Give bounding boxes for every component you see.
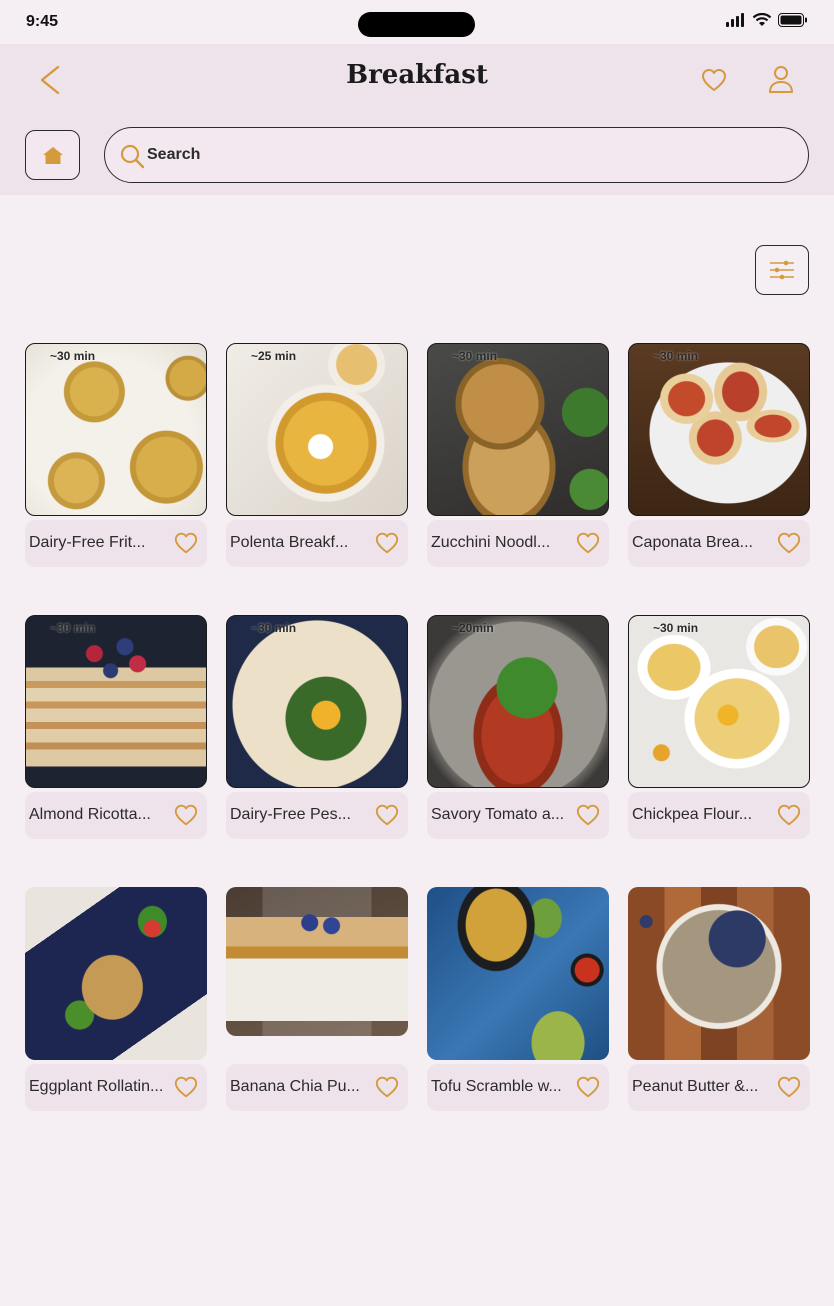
recipe-label-bar: Tofu Scramble w... bbox=[427, 1064, 609, 1111]
cook-time-badge: ~30 min bbox=[251, 621, 297, 635]
favorite-heart-icon[interactable] bbox=[776, 1074, 802, 1100]
recipe-photo[interactable]: ~30 min bbox=[628, 343, 810, 516]
favorites-heart-icon[interactable] bbox=[700, 66, 728, 94]
cook-time-badge: ~30 min bbox=[653, 349, 699, 363]
recipe-photo[interactable]: ~20min bbox=[427, 615, 609, 788]
status-bar: 9:45 bbox=[0, 0, 834, 44]
recipe-label-bar: Banana Chia Pu... bbox=[226, 1064, 408, 1111]
recipe-label-bar: Dairy-Free Pes... bbox=[226, 792, 408, 839]
favorite-heart-icon[interactable] bbox=[575, 802, 601, 828]
recipe-name[interactable]: Chickpea Flour... bbox=[632, 806, 770, 824]
search-bar[interactable] bbox=[104, 127, 809, 183]
recipe-card[interactable]: Banana Chia Pu... bbox=[226, 887, 408, 1111]
recipe-label-bar: Polenta Breakf... bbox=[226, 520, 408, 567]
cook-time-badge: ~30 min bbox=[50, 621, 96, 635]
recipe-card[interactable]: Eggplant Rollatin... bbox=[25, 887, 207, 1111]
recipe-card[interactable]: ~20min Savory Tomato a... bbox=[427, 615, 609, 839]
cook-time-badge: ~30 min bbox=[452, 349, 498, 363]
favorite-heart-icon[interactable] bbox=[173, 530, 199, 556]
recipe-card[interactable]: ~30 min Chickpea Flour... bbox=[628, 615, 810, 839]
status-time: 9:45 bbox=[26, 13, 59, 30]
status-icons bbox=[726, 13, 808, 27]
recipe-name[interactable]: Tofu Scramble w... bbox=[431, 1078, 569, 1096]
home-icon bbox=[42, 147, 63, 164]
favorite-heart-icon[interactable] bbox=[776, 530, 802, 556]
filter-button[interactable] bbox=[755, 245, 809, 295]
camera-notch bbox=[358, 12, 475, 37]
recipe-label-bar: Peanut Butter &... bbox=[628, 1064, 810, 1111]
recipe-photo[interactable] bbox=[427, 887, 609, 1060]
search-input[interactable] bbox=[147, 136, 787, 174]
signal-icon bbox=[726, 13, 744, 27]
recipe-name[interactable]: Zucchini Noodl... bbox=[431, 534, 569, 552]
recipe-photo[interactable] bbox=[25, 887, 207, 1060]
recipe-name[interactable]: Almond Ricotta... bbox=[29, 806, 167, 824]
recipe-card[interactable]: ~30 min Dairy-Free Pes... bbox=[226, 615, 408, 839]
recipe-name[interactable]: Caponata Brea... bbox=[632, 534, 770, 552]
recipe-photo[interactable]: ~30 min bbox=[25, 343, 207, 516]
recipe-photo[interactable] bbox=[628, 887, 810, 1060]
recipe-card[interactable]: ~30 min Dairy-Free Frit... bbox=[25, 343, 207, 567]
favorite-heart-icon[interactable] bbox=[173, 802, 199, 828]
recipe-name[interactable]: Dairy-Free Frit... bbox=[29, 534, 167, 552]
wifi-icon bbox=[752, 13, 772, 26]
recipe-photo[interactable]: ~30 min bbox=[25, 615, 207, 788]
recipe-photo[interactable] bbox=[226, 887, 408, 1036]
recipe-photo[interactable]: ~30 min bbox=[226, 615, 408, 788]
recipe-photo[interactable]: ~30 min bbox=[628, 615, 810, 788]
recipe-card[interactable]: Peanut Butter &... bbox=[628, 887, 810, 1111]
recipe-card[interactable]: ~25 min Polenta Breakf... bbox=[226, 343, 408, 567]
recipe-card[interactable]: ~30 min Zucchini Noodl... bbox=[427, 343, 609, 567]
favorite-heart-icon[interactable] bbox=[575, 1074, 601, 1100]
recipe-label-bar: Chickpea Flour... bbox=[628, 792, 810, 839]
cook-time-badge: ~30 min bbox=[50, 349, 96, 363]
recipe-name[interactable]: Polenta Breakf... bbox=[230, 534, 368, 552]
search-icon bbox=[120, 144, 145, 169]
recipe-card[interactable]: ~30 min Caponata Brea... bbox=[628, 343, 810, 567]
recipe-card[interactable]: ~30 min Almond Ricotta... bbox=[25, 615, 207, 839]
recipe-label-bar: Savory Tomato a... bbox=[427, 792, 609, 839]
favorite-heart-icon[interactable] bbox=[575, 530, 601, 556]
recipe-label-bar: Dairy-Free Frit... bbox=[25, 520, 207, 567]
favorite-heart-icon[interactable] bbox=[374, 530, 400, 556]
recipe-label-bar: Eggplant Rollatin... bbox=[25, 1064, 207, 1111]
recipe-name[interactable]: Eggplant Rollatin... bbox=[29, 1078, 167, 1096]
recipe-name[interactable]: Banana Chia Pu... bbox=[230, 1078, 368, 1096]
home-button[interactable] bbox=[25, 130, 80, 180]
cook-time-badge: ~25 min bbox=[251, 349, 297, 363]
favorite-heart-icon[interactable] bbox=[374, 802, 400, 828]
recipe-name[interactable]: Dairy-Free Pes... bbox=[230, 806, 368, 824]
recipe-label-bar: Almond Ricotta... bbox=[25, 792, 207, 839]
back-button[interactable] bbox=[36, 64, 64, 96]
recipe-photo[interactable]: ~30 min bbox=[427, 343, 609, 516]
battery-icon bbox=[778, 13, 807, 27]
recipe-photo[interactable]: ~25 min bbox=[226, 343, 408, 516]
recipe-grid: ~30 min Dairy-Free Frit... ~25 min Polen… bbox=[25, 343, 810, 1111]
cook-time-badge: ~30 min bbox=[653, 621, 699, 635]
recipe-name[interactable]: Savory Tomato a... bbox=[431, 806, 569, 824]
profile-user-icon[interactable] bbox=[767, 64, 795, 94]
favorite-heart-icon[interactable] bbox=[374, 1074, 400, 1100]
favorite-heart-icon[interactable] bbox=[173, 1074, 199, 1100]
recipe-card[interactable]: Tofu Scramble w... bbox=[427, 887, 609, 1111]
favorite-heart-icon[interactable] bbox=[776, 802, 802, 828]
cook-time-badge: ~20min bbox=[452, 621, 494, 635]
sliders-icon bbox=[770, 260, 794, 280]
recipe-label-bar: Caponata Brea... bbox=[628, 520, 810, 567]
recipe-name[interactable]: Peanut Butter &... bbox=[632, 1078, 770, 1096]
recipe-label-bar: Zucchini Noodl... bbox=[427, 520, 609, 567]
